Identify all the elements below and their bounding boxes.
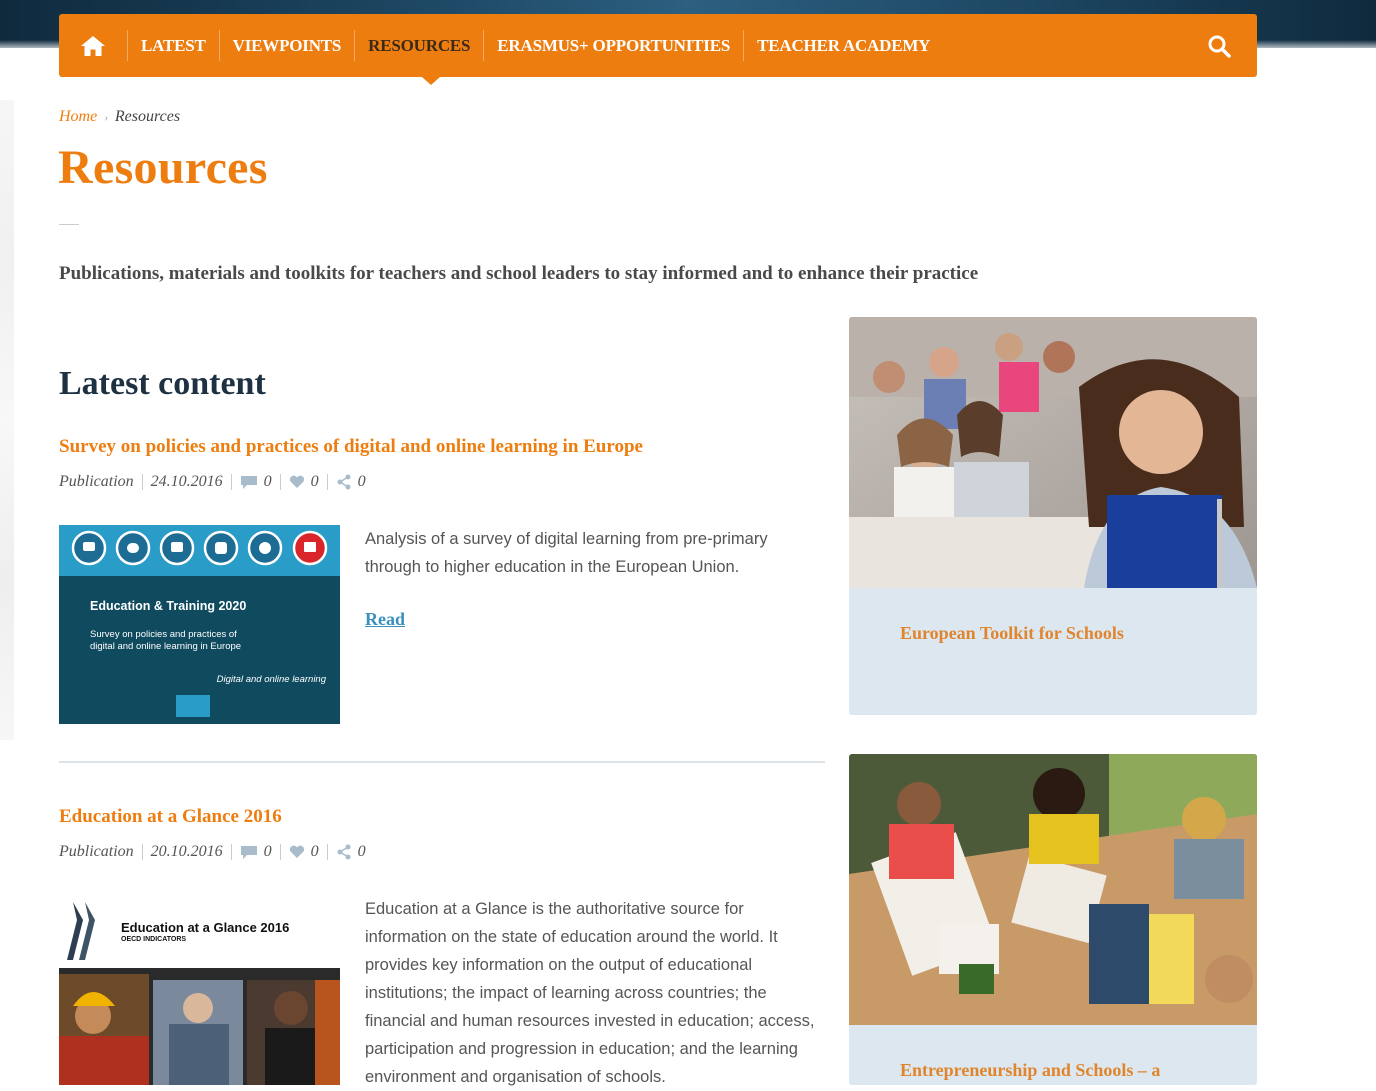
article-title-link[interactable]: Education at a Glance 2016 (59, 806, 825, 828)
title-divider (59, 224, 79, 225)
article-meta: Publication 20.10.2016 0 0 0 (59, 842, 825, 862)
share-count: 0 (357, 843, 366, 860)
nav-item-resources[interactable]: RESOURCES (354, 30, 483, 61)
sidebar-card[interactable]: European Toolkit for Schools (849, 317, 1257, 715)
page-intro: Publications, materials and toolkits for… (59, 263, 979, 284)
breadcrumb: Home › Resources (59, 108, 180, 126)
nav-item-teacher-academy[interactable]: TEACHER ACADEMY (743, 30, 943, 61)
breadcrumb-current: Resources (114, 108, 181, 125)
article-date: 20.10.2016 (150, 843, 223, 860)
card-title-link[interactable]: Entrepreneurship and Schools – a (900, 1060, 1160, 1081)
article-thumbnail[interactable]: Education & Training 2020 Survey on poli… (59, 525, 340, 724)
comment-icon[interactable] (240, 475, 258, 490)
sidebar-card[interactable]: Entrepreneurship and Schools – a (849, 754, 1257, 1085)
nav-active-indicator (422, 77, 440, 85)
breadcrumb-separator: › (104, 112, 108, 124)
article-type: Publication (59, 473, 134, 490)
nav-item-erasmus-opportunities[interactable]: ERASMUS+ OPPORTUNITIES (483, 30, 743, 61)
like-count: 0 (310, 473, 319, 490)
comment-count: 0 (263, 843, 272, 860)
card-image (849, 754, 1257, 1025)
left-decoration (0, 100, 14, 740)
like-icon[interactable] (289, 475, 305, 489)
article-item: Education at a Glance 2016 Publication 2… (59, 806, 825, 1086)
nav-item-latest[interactable]: LATEST (127, 30, 219, 61)
article-date: 24.10.2016 (150, 473, 223, 490)
search-icon (1208, 35, 1231, 58)
page-title: Resources (58, 141, 268, 194)
share-count: 0 (357, 473, 366, 490)
thumbnail-heading: Education & Training 2020 (90, 599, 247, 613)
card-image (849, 317, 1257, 588)
article-description: Education at a Glance is the authoritati… (365, 900, 815, 1086)
comment-count: 0 (263, 473, 272, 490)
share-icon[interactable] (336, 844, 352, 860)
card-title-link[interactable]: European Toolkit for Schools (900, 623, 1124, 644)
article-type: Publication (59, 843, 134, 860)
latest-content-heading: Latest content (59, 365, 266, 402)
like-icon[interactable] (289, 845, 305, 859)
comment-icon[interactable] (240, 845, 258, 860)
breadcrumb-home-link[interactable]: Home (59, 108, 97, 125)
thumbnail-subtitle: Survey on policies and practices of digi… (90, 629, 242, 652)
article-description: Analysis of a survey of digital learning… (365, 530, 768, 576)
thumbnail-subtitle: OECD INDICATORS (121, 936, 187, 943)
article-meta: Publication 24.10.2016 0 0 0 (59, 472, 825, 492)
like-count: 0 (310, 843, 319, 860)
thumbnail-tagline: Digital and online learning (216, 674, 326, 685)
article-thumbnail[interactable]: Education at a Glance 2016 OECD INDICATO… (59, 896, 340, 1085)
share-icon[interactable] (336, 474, 352, 490)
article-title-link[interactable]: Survey on policies and practices of digi… (59, 436, 825, 458)
main-nav: LATEST VIEWPOINTS RESOURCES ERASMUS+ OPP… (59, 14, 1257, 77)
thumbnail-heading: Education at a Glance 2016 (121, 920, 290, 935)
search-button[interactable] (1181, 14, 1257, 77)
article-divider (59, 761, 825, 763)
nav-home-button[interactable] (59, 14, 127, 77)
read-link[interactable]: Read (365, 609, 405, 630)
home-icon (81, 35, 105, 56)
nav-item-viewpoints[interactable]: VIEWPOINTS (218, 30, 355, 61)
article-item: Survey on policies and practices of digi… (59, 436, 825, 726)
